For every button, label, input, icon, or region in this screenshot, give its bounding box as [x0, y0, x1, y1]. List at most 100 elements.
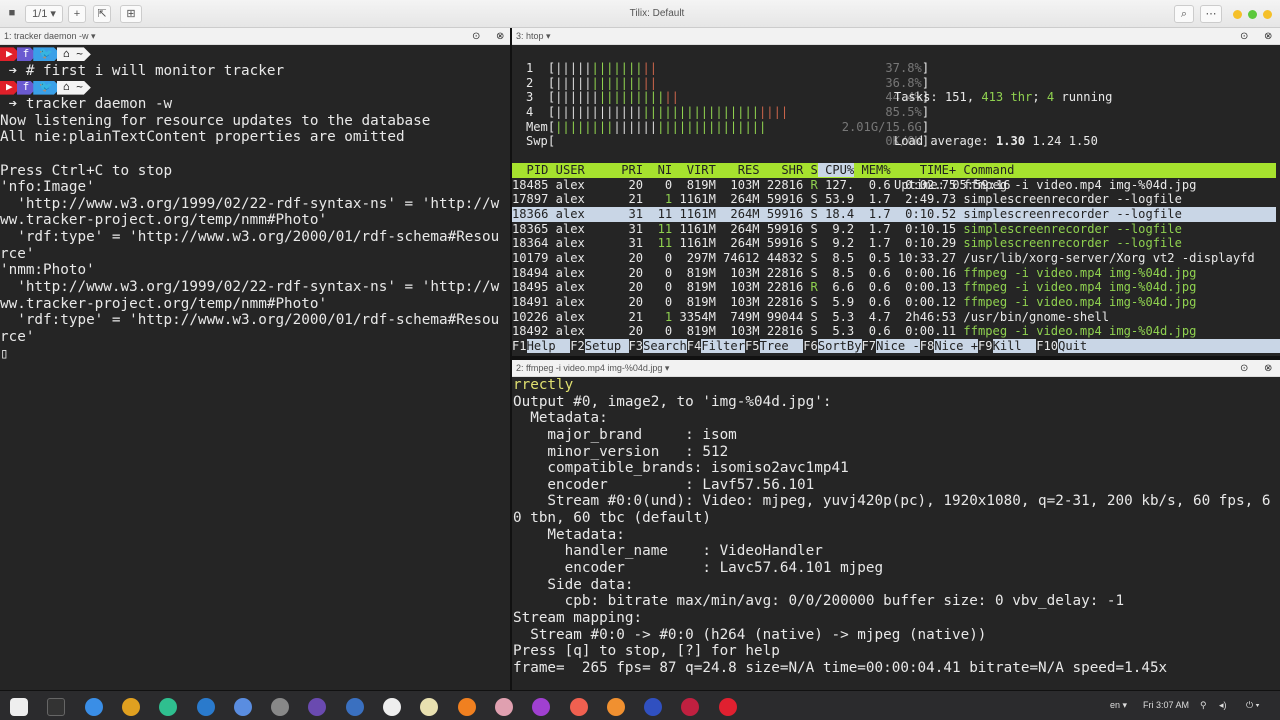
- process-row[interactable]: 18494 alex 20 0 819M 103M 22816 S 8.5 0.…: [512, 266, 1276, 281]
- column-header-pid[interactable]: PID: [512, 163, 549, 177]
- column-header-ni[interactable]: NI: [643, 163, 673, 177]
- column-header-command[interactable]: Command: [956, 163, 1014, 177]
- volume-icon[interactable]: ◂): [1219, 700, 1227, 711]
- process-row[interactable]: 10226 alex 21 1 3354M 749M 99044 S 5.3 4…: [512, 310, 1276, 325]
- fkey-label-tree[interactable]: Tree: [759, 338, 804, 353]
- app-dots-icon[interactable]: [494, 698, 513, 716]
- fkey-label-filter[interactable]: Filter: [701, 338, 745, 353]
- fkey-label-help[interactable]: Help: [526, 338, 571, 353]
- maximize-button[interactable]: [1248, 10, 1257, 19]
- terminal-ffmpeg[interactable]: rrectly Output #0, image2, to 'img-%04d.j…: [512, 377, 1280, 690]
- vlc-icon[interactable]: [457, 698, 476, 716]
- cell-ni: 11: [643, 221, 673, 236]
- pane-title[interactable]: 1: tracker daemon -w ▾: [4, 31, 96, 41]
- fkey-label-search[interactable]: Search: [643, 338, 687, 353]
- obs-icon[interactable]: [383, 698, 401, 716]
- column-header-mem[interactable]: MEM%: [854, 163, 890, 177]
- chrome-icon[interactable]: [121, 698, 140, 716]
- minimize-button[interactable]: [1233, 10, 1242, 19]
- files-icon[interactable]: [84, 698, 103, 716]
- maximize-pane-icon[interactable]: ⊙: [1240, 28, 1248, 45]
- process-row[interactable]: 18364 alex 31 11 1161M 264M 59916 S 9.2 …: [512, 236, 1276, 251]
- vscode-icon[interactable]: [196, 698, 215, 716]
- cell-mem: 1.7: [854, 221, 891, 236]
- column-header-time[interactable]: TIME+: [891, 163, 956, 177]
- app-blue-icon[interactable]: [345, 698, 364, 716]
- terminal-icon[interactable]: [47, 698, 66, 716]
- fkey-label-kill[interactable]: Kill: [992, 338, 1037, 353]
- recorder-icon[interactable]: [718, 698, 737, 716]
- process-row[interactable]: 10179 alex 20 0 297M 74612 44832 S 8.5 0…: [512, 251, 1276, 266]
- cell-time: 0:00.16: [890, 265, 957, 280]
- fkey-label-sortby[interactable]: SortBy: [817, 338, 862, 353]
- fkey-label-setup[interactable]: Setup: [584, 338, 629, 353]
- cell-cpu: 5.9: [817, 294, 855, 309]
- column-header-pri[interactable]: PRI: [585, 163, 643, 177]
- language-selector[interactable]: en ▾: [1110, 700, 1127, 711]
- maximize-pane-icon[interactable]: ⊙: [1240, 360, 1248, 377]
- fkey-label-nice[interactable]: Nice -: [876, 338, 920, 353]
- column-header-cpu[interactable]: CPU%: [817, 163, 855, 177]
- meter-bar: |: [664, 90, 672, 105]
- cell-ni: 0: [643, 265, 673, 280]
- blender-icon[interactable]: [606, 698, 625, 716]
- app-grid-icon[interactable]: [10, 698, 28, 716]
- pane-title[interactable]: 2: ffmpeg -i video.mp4 img-%04d.jpg ▾: [516, 363, 669, 373]
- column-header-res[interactable]: RES: [716, 163, 760, 177]
- pane-header-ffmpeg[interactable]: 2: ffmpeg -i video.mp4 img-%04d.jpg ▾ ⊙ …: [512, 360, 1280, 377]
- network-icon[interactable]: ⚲: [1200, 700, 1207, 711]
- menu-button[interactable]: ⋯: [1200, 5, 1222, 23]
- process-row[interactable]: 18366 alex 31 11 1161M 264M 59916 S 18.4…: [512, 206, 1276, 222]
- process-table-header[interactable]: PID USER PRI NI VIRT RES SHR S CPU% MEM%…: [512, 163, 1276, 178]
- terminal-htop[interactable]: 1 [|||||||||||||| 37.8%] 2 [|||||||||||||…: [512, 46, 1280, 356]
- process-row[interactable]: 18495 alex 20 0 819M 103M 22816 R 6.6 0.…: [512, 280, 1276, 295]
- fkey-label-nice[interactable]: Nice +: [934, 338, 978, 353]
- gitkraken-icon[interactable]: [159, 698, 178, 716]
- column-header-virt[interactable]: VIRT: [672, 163, 716, 177]
- settings-icon[interactable]: [271, 698, 290, 716]
- close-pane-icon[interactable]: ⊗: [1264, 28, 1272, 45]
- pane-header-htop[interactable]: 3: htop ▾ ⊙ ⊗: [512, 28, 1280, 45]
- close-pane-icon[interactable]: ⊗: [1264, 360, 1272, 377]
- app-bluedots-icon[interactable]: [644, 698, 663, 716]
- process-row[interactable]: 18365 alex 31 11 1161M 264M 59916 S 9.2 …: [512, 222, 1276, 237]
- screenshot-icon[interactable]: [569, 698, 588, 716]
- fkey-label-quit[interactable]: Quit: [1058, 338, 1102, 353]
- power-icon[interactable]: ⏻ ▾: [1246, 700, 1259, 711]
- close-button[interactable]: [1263, 10, 1272, 19]
- command-line: ➔ # first i will monitor tracker: [0, 63, 510, 80]
- meter-1: 1 [|||||||||||||| 37.8%]: [526, 61, 930, 75]
- meter-bar: |: [591, 75, 599, 90]
- cell-s: R: [803, 177, 818, 192]
- fkey-bar-fill: [1101, 338, 1280, 353]
- text-editor-icon[interactable]: [420, 698, 439, 716]
- column-header-user[interactable]: USER: [548, 163, 585, 177]
- cell-ni: 0: [643, 280, 673, 295]
- meter-bar: |: [620, 61, 628, 75]
- column-header-s[interactable]: S: [803, 163, 818, 177]
- prompt-bar: ▶ f 🐦 ⌂ ~: [0, 79, 510, 96]
- process-row[interactable]: 18492 alex 20 0 819M 103M 22816 S 5.3 0.…: [512, 324, 1276, 339]
- maximize-pane-icon[interactable]: ⊙: [472, 28, 480, 45]
- media-player-icon[interactable]: [532, 698, 551, 716]
- clock[interactable]: Fri 3:07 AM: [1143, 700, 1189, 710]
- chromium-icon[interactable]: [233, 698, 252, 716]
- close-pane-icon[interactable]: ⊗: [496, 28, 504, 45]
- meter-mem: Mem[||||||||||||||||||||||||||||| 2.01G/…: [526, 119, 930, 134]
- pane-header-tracker[interactable]: 1: tracker daemon -w ▾ ⊙ ⊗: [0, 28, 510, 45]
- cell-shr: 59916: [759, 221, 804, 236]
- meter-bar: [795, 76, 802, 90]
- process-table[interactable]: PID USER PRI NI VIRT RES SHR S CPU% MEM%…: [512, 163, 1280, 354]
- meter-bar: |: [693, 119, 701, 134]
- pane-title[interactable]: 3: htop ▾: [516, 31, 551, 41]
- column-header-shr[interactable]: SHR: [760, 163, 803, 177]
- app-3-icon[interactable]: [308, 698, 327, 716]
- meter-bar: [650, 134, 657, 148]
- process-row[interactable]: 18491 alex 20 0 819M 103M 22816 S 5.9 0.…: [512, 295, 1276, 310]
- search-button[interactable]: ⌕: [1174, 5, 1194, 23]
- process-row[interactable]: 18485 alex 20 0 819M 103M 22816 R 127. 0…: [512, 178, 1276, 193]
- terminal-tracker[interactable]: ▶ f 🐦 ⌂ ~ ➔ # first i will monitor tracker ▶…: [0, 46, 510, 690]
- process-row[interactable]: 17897 alex 21 1 1161M 264M 59916 S 53.9 …: [512, 192, 1276, 207]
- app-heart-icon[interactable]: [681, 698, 700, 716]
- twitter-icon: 🐦: [33, 81, 61, 95]
